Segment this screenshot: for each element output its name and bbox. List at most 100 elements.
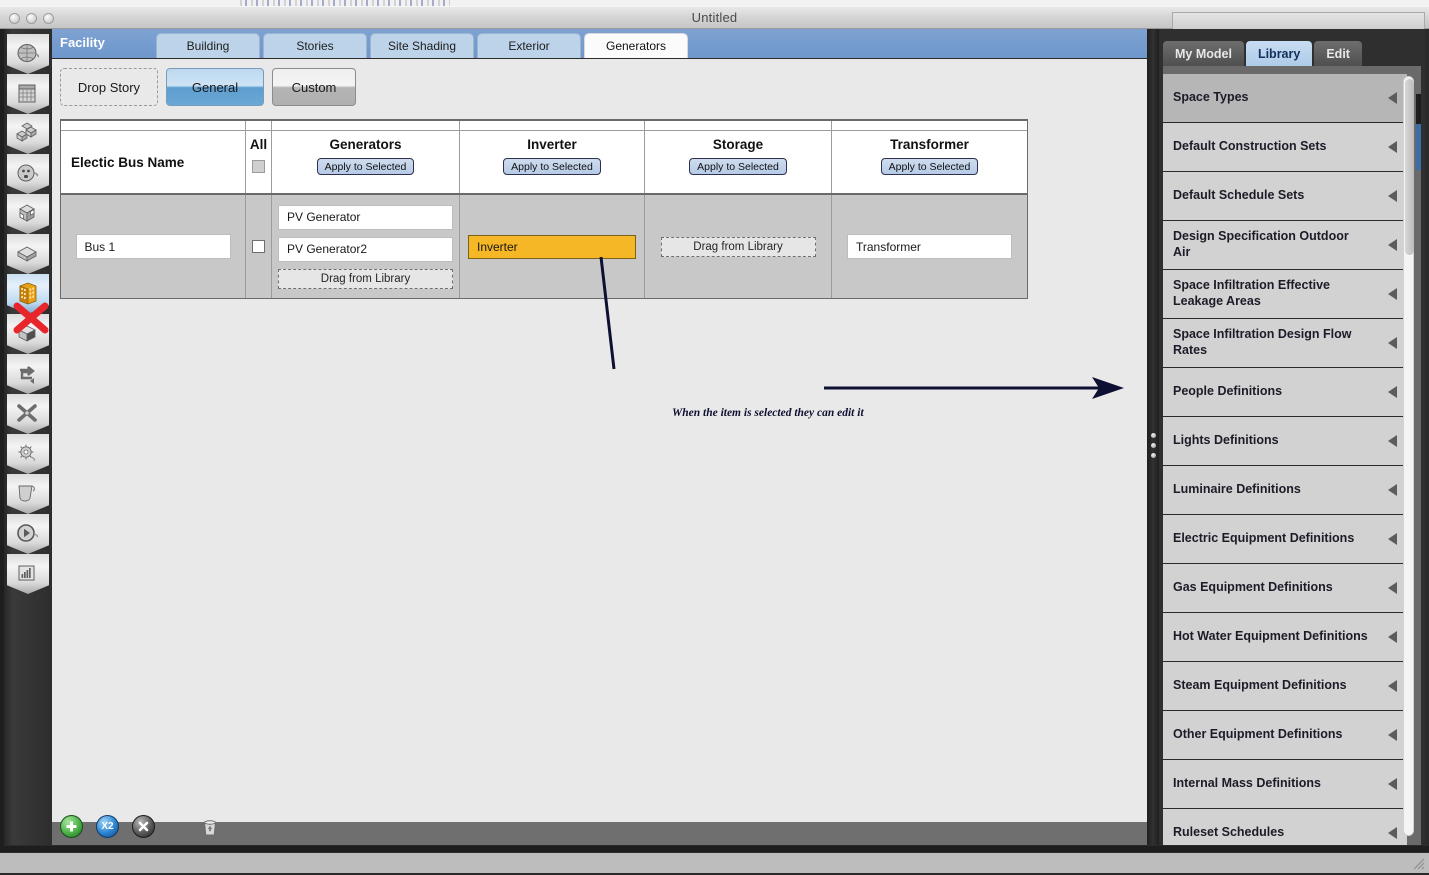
storage-drag-from-library-target[interactable]: Drag from Library [660,236,816,257]
hvac-systems-icon [15,402,41,426]
plus-icon [66,821,77,832]
purge-button[interactable] [199,816,221,838]
panel-splitter[interactable] [1147,29,1159,845]
simulation-settings-icon-button[interactable] [7,474,49,514]
tab-my-model[interactable]: My Model [1163,41,1244,66]
header-cell-generators: Generators Apply to Selected [272,131,460,193]
library-item-default-construction-sets[interactable]: Default Construction Sets [1163,123,1407,172]
library-item-internal-mass-definitions[interactable]: Internal Mass Definitions [1163,760,1407,809]
column-header-label: Storage [712,137,764,152]
apply-to-selected-transformer-button[interactable]: Apply to Selected [880,158,979,175]
tab-exterior[interactable]: Exterior [477,33,581,58]
thermal-zones-icon-button[interactable] [7,354,49,394]
library-scrollbar-thumb[interactable] [1405,79,1414,255]
duplicate-button-label: X2 [101,820,114,832]
splitter-dot [1151,453,1156,458]
apply-to-selected-storage-button[interactable]: Apply to Selected [689,158,787,175]
library-item-label: Space Infiltration Design Flow Rates [1173,327,1352,357]
loads-icon-button[interactable] [7,154,49,194]
spaces-icon [14,322,42,346]
custom-mode-button[interactable]: Custom [272,68,356,106]
add-button[interactable] [60,815,83,838]
tab-edit[interactable]: Edit [1314,41,1362,66]
results-summary-icon-button[interactable] [7,554,49,594]
facility-tabs[interactable]: Building Stories Site Shading Exterior G… [156,33,688,58]
thermal-zones-icon [15,362,41,386]
library-tab-bar[interactable]: My Model Library Edit [1163,41,1362,66]
library-item-design-specification-outdoor-air[interactable]: Design Specification Outdoor Air [1163,221,1407,270]
column-header-label: Transformer [890,137,969,152]
generator-item[interactable]: PV Generator2 [278,236,453,262]
library-scrollbar[interactable] [1403,76,1414,836]
spaces-icon-button[interactable] [7,314,49,354]
library-item-label: Internal Mass Definitions [1173,776,1321,791]
simulation-settings-icon [14,482,42,506]
library-item-electric-equipment-definitions[interactable]: Electric Equipment Definitions [1163,515,1407,564]
generator-item[interactable]: PV Generator [278,204,453,230]
resize-grip-icon[interactable] [1412,857,1425,870]
variables-icon-button[interactable] [7,434,49,474]
duplicate-button[interactable]: X2 [96,815,119,838]
titlebar-right-chrome [1172,12,1425,30]
space-types-icon [15,202,41,226]
library-item-ruleset-schedules[interactable]: Ruleset Schedules [1163,809,1407,845]
left-toolbar-rail [4,29,52,845]
library-item-steam-equipment-definitions[interactable]: Steam Equipment Definitions [1163,662,1407,711]
library-item-default-schedule-sets[interactable]: Default Schedule Sets [1163,172,1407,221]
chevron-left-icon [1388,484,1397,496]
close-x-icon [138,821,149,832]
tab-library[interactable]: Library [1245,41,1313,66]
remove-button[interactable] [132,815,155,838]
library-item-luminaire-definitions[interactable]: Luminaire Definitions [1163,466,1407,515]
tab-generators[interactable]: Generators [584,33,688,58]
generator-list: PV Generator PV Generator2 Drag from Lib… [278,204,453,289]
chevron-left-icon [1388,680,1397,692]
chevron-left-icon [1388,288,1397,300]
apply-to-selected-generators-button[interactable]: Apply to Selected [316,158,415,175]
transformer-item[interactable]: Transformer [847,234,1012,259]
select-all-checkbox[interactable] [252,160,265,173]
constructions-icon-button[interactable] [7,114,49,154]
site-icon-button[interactable] [7,34,49,74]
library-item-space-infiltration-design-flow-rates[interactable]: Space Infiltration Design Flow Rates [1163,319,1407,368]
library-item-space-types[interactable]: Space Types [1163,74,1407,123]
tab-site-shading[interactable]: Site Shading [370,33,474,58]
schedules-icon-button[interactable] [7,74,49,114]
generators-panel: Drop Story General Custom Electic Bus Na… [52,58,1147,845]
tab-stories[interactable]: Stories [263,33,367,58]
column-header-label: All [249,137,268,152]
facility-geometry-icon-button[interactable] [7,234,49,274]
library-item-lights-definitions[interactable]: Lights Definitions [1163,417,1407,466]
hvac-systems-icon-button[interactable] [7,394,49,434]
facility-building-icon-button[interactable] [7,274,49,314]
cell-inverter: Inverter [460,195,645,298]
inverter-selected-item[interactable]: Inverter [468,234,636,259]
bus-name-input[interactable]: Bus 1 [75,234,231,259]
apply-to-selected-inverter-button[interactable]: Apply to Selected [503,158,601,175]
space-types-icon-button[interactable] [7,194,49,234]
run-simulation-icon-button[interactable] [7,514,49,554]
left-toolbar-buttons [7,34,49,594]
results-summary-icon [15,562,41,586]
annotation-label: When the item is selected they can edit … [672,407,864,419]
general-mode-button[interactable]: General [166,68,264,106]
splitter-dot [1151,433,1156,438]
row-select-checkbox[interactable] [252,240,265,253]
drop-story-target[interactable]: Drop Story [60,68,158,106]
library-item-label: Default Construction Sets [1173,139,1327,154]
mode-button-bar: Drop Story General Custom [60,68,356,106]
library-item-people-definitions[interactable]: People Definitions [1163,368,1407,417]
library-item-label: Hot Water Equipment Definitions [1173,629,1368,644]
chevron-left-icon [1388,533,1397,545]
tab-building[interactable]: Building [156,33,260,58]
library-item-other-equipment-definitions[interactable]: Other Equipment Definitions [1163,711,1407,760]
library-item-hot-water-equipment-definitions[interactable]: Hot Water Equipment Definitions [1163,613,1407,662]
library-item-space-infiltration-effective-leakage-areas[interactable]: Space Infiltration Effective Leakage Are… [1163,270,1407,319]
library-item-gas-equipment-definitions[interactable]: Gas Equipment Definitions [1163,564,1407,613]
chevron-left-icon [1388,92,1397,104]
site-icon [15,42,41,66]
generators-drag-from-library-target[interactable]: Drag from Library [278,268,453,289]
library-item-label: Ruleset Schedules [1173,825,1285,840]
facility-geometry-icon [14,242,42,266]
recycle-bin-icon [203,819,217,835]
